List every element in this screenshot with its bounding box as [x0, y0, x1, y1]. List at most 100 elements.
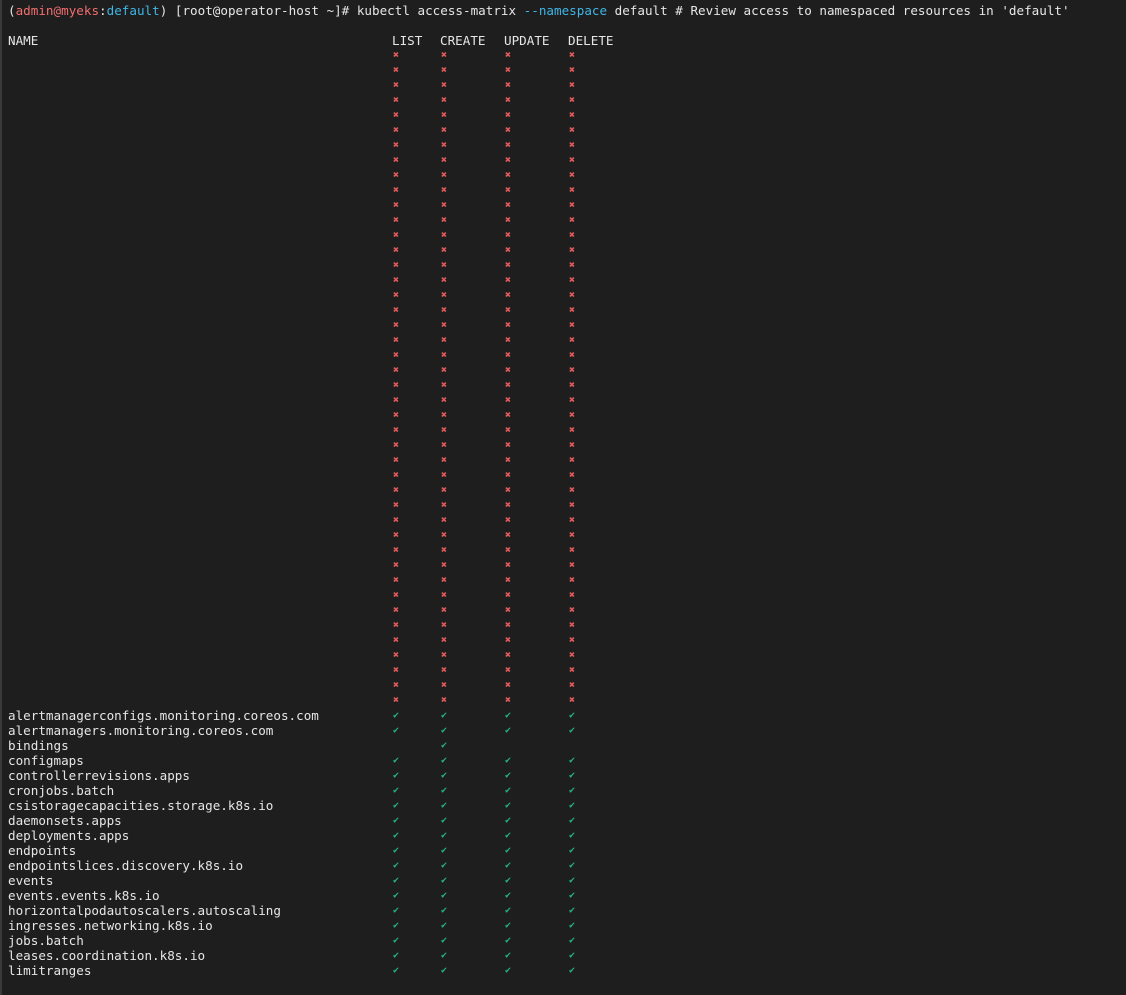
table-row: ✖ ✖ ✖ ✖	[2, 498, 1126, 513]
create-cross-icon: ✖	[440, 335, 448, 346]
create-cross-icon: ✖	[440, 155, 448, 166]
list-cross-icon: ✖	[392, 305, 400, 316]
delete-cross-icon: ✖	[568, 335, 576, 346]
create-cross-icon: ✖	[440, 620, 448, 631]
create-cross-icon: ✖	[440, 170, 448, 181]
table-row: events ✔ ✔ ✔ ✔	[2, 873, 1126, 888]
list-cross-icon: ✖	[392, 635, 400, 646]
create-cross-icon: ✖	[440, 650, 448, 661]
update-cross-icon: ✖	[504, 155, 512, 166]
create-cross-icon: ✖	[440, 230, 448, 241]
delete-cross-icon: ✖	[568, 110, 576, 121]
update-cross-icon: ✖	[504, 410, 512, 421]
list-cross-icon: ✖	[392, 275, 400, 286]
delete-cross-icon: ✖	[568, 170, 576, 181]
list-cross-icon: ✖	[392, 110, 400, 121]
update-check-icon: ✔	[504, 725, 512, 736]
terminal-window[interactable]: (admin@myeks:default) [root@operator-hos…	[0, 0, 1126, 995]
delete-check-icon: ✔	[568, 965, 576, 976]
list-cross-icon: ✖	[392, 95, 400, 106]
delete-cross-icon: ✖	[568, 680, 576, 691]
create-cross-icon: ✖	[440, 410, 448, 421]
resource-name: alertmanagerconfigs.monitoring.coreos.co…	[8, 708, 319, 723]
list-cross-icon: ✖	[392, 650, 400, 661]
create-check-icon: ✔	[440, 875, 448, 886]
update-cross-icon: ✖	[504, 95, 512, 106]
access-matrix-table: ✖ ✖ ✖ ✖ ✖ ✖ ✖ ✖ ✖ ✖ ✖ ✖ ✖ ✖ ✖ ✖ ✖ ✖ ✖ ✖ ✖ ✖ ✖ ✖ ✖ ✖ ✖ ✖ ✖ ✖ ✖ ✖ ✖ ✖ ✖ ✖ ✖ ✖ ✖ ✖…	[2, 48, 1126, 978]
update-cross-icon: ✖	[504, 200, 512, 211]
table-row: jobs.batch ✔ ✔ ✔ ✔	[2, 933, 1126, 948]
list-check-icon: ✔	[392, 800, 400, 811]
table-row: events.events.k8s.io ✔ ✔ ✔ ✔	[2, 888, 1126, 903]
delete-check-icon: ✔	[568, 800, 576, 811]
delete-check-icon: ✔	[568, 920, 576, 931]
table-row: ✖ ✖ ✖ ✖	[2, 318, 1126, 333]
delete-cross-icon: ✖	[568, 455, 576, 466]
table-row: ✖ ✖ ✖ ✖	[2, 93, 1126, 108]
table-row: ✖ ✖ ✖ ✖	[2, 423, 1126, 438]
list-cross-icon: ✖	[392, 590, 400, 601]
update-cross-icon: ✖	[504, 665, 512, 676]
delete-cross-icon: ✖	[568, 365, 576, 376]
delete-cross-icon: ✖	[568, 230, 576, 241]
table-row: ✖ ✖ ✖ ✖	[2, 393, 1126, 408]
table-row: ✖ ✖ ✖ ✖	[2, 408, 1126, 423]
prompt-user: admin	[15, 3, 54, 18]
list-cross-icon: ✖	[392, 140, 400, 151]
delete-check-icon: ✔	[568, 950, 576, 961]
create-check-icon: ✔	[440, 725, 448, 736]
create-cross-icon: ✖	[440, 605, 448, 616]
table-row: ✖ ✖ ✖ ✖	[2, 213, 1126, 228]
table-row: ✖ ✖ ✖ ✖	[2, 228, 1126, 243]
table-row: ✖ ✖ ✖ ✖	[2, 603, 1126, 618]
create-cross-icon: ✖	[440, 440, 448, 451]
list-cross-icon: ✖	[392, 575, 400, 586]
list-check-icon: ✔	[392, 755, 400, 766]
table-row: ✖ ✖ ✖ ✖	[2, 243, 1126, 258]
delete-cross-icon: ✖	[568, 560, 576, 571]
list-cross-icon: ✖	[392, 680, 400, 691]
delete-cross-icon: ✖	[568, 155, 576, 166]
prompt-cluster: myeks	[61, 3, 100, 18]
update-cross-icon: ✖	[504, 470, 512, 481]
table-row: horizontalpodautoscalers.autoscaling ✔ ✔ ✔ ✔	[2, 903, 1126, 918]
table-row: ✖ ✖ ✖ ✖	[2, 558, 1126, 573]
table-row: leases.coordination.k8s.io ✔ ✔ ✔ ✔	[2, 948, 1126, 963]
table-row: endpoints ✔ ✔ ✔ ✔	[2, 843, 1126, 858]
delete-cross-icon: ✖	[568, 65, 576, 76]
list-cross-icon: ✖	[392, 65, 400, 76]
list-check-icon: ✔	[392, 875, 400, 886]
update-check-icon: ✔	[504, 815, 512, 826]
delete-cross-icon: ✖	[568, 95, 576, 106]
table-row: ✖ ✖ ✖ ✖	[2, 48, 1126, 63]
list-check-icon: ✔	[392, 935, 400, 946]
delete-cross-icon: ✖	[568, 545, 576, 556]
list-check-icon: ✔	[392, 860, 400, 871]
update-cross-icon: ✖	[504, 635, 512, 646]
table-row: ✖ ✖ ✖ ✖	[2, 438, 1126, 453]
update-check-icon: ✔	[504, 755, 512, 766]
list-cross-icon: ✖	[392, 470, 400, 481]
resource-name: ingresses.networking.k8s.io	[8, 918, 213, 933]
delete-cross-icon: ✖	[568, 350, 576, 361]
list-cross-icon: ✖	[392, 50, 400, 61]
table-row: ✖ ✖ ✖ ✖	[2, 108, 1126, 123]
update-cross-icon: ✖	[504, 395, 512, 406]
list-check-icon: ✔	[392, 830, 400, 841]
header-create: CREATE	[440, 33, 486, 48]
table-row: ✖ ✖ ✖ ✖	[2, 198, 1126, 213]
create-check-icon: ✔	[440, 815, 448, 826]
prompt-colon: :	[99, 3, 107, 18]
resource-name: events.events.k8s.io	[8, 888, 160, 903]
table-row: ingresses.networking.k8s.io ✔ ✔ ✔ ✔	[2, 918, 1126, 933]
table-row: ✖ ✖ ✖ ✖	[2, 123, 1126, 138]
create-cross-icon: ✖	[440, 260, 448, 271]
list-cross-icon: ✖	[392, 350, 400, 361]
update-cross-icon: ✖	[504, 350, 512, 361]
table-row: ✖ ✖ ✖ ✖	[2, 678, 1126, 693]
update-cross-icon: ✖	[504, 140, 512, 151]
list-cross-icon: ✖	[392, 560, 400, 571]
update-cross-icon: ✖	[504, 215, 512, 226]
command-args: default # Review access to namespaced re…	[607, 3, 1070, 18]
create-cross-icon: ✖	[440, 500, 448, 511]
